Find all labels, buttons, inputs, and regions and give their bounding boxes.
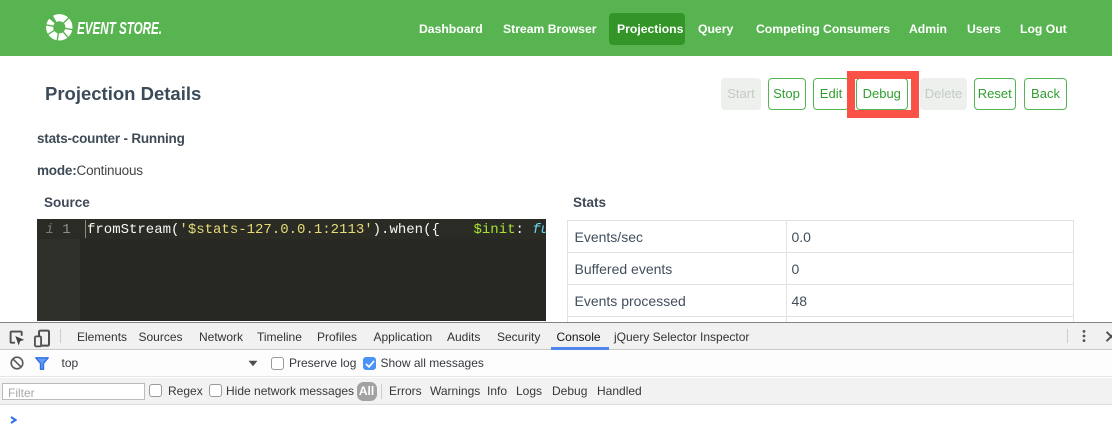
svg-text:EVENT STORE.: EVENT STORE.: [77, 18, 162, 38]
